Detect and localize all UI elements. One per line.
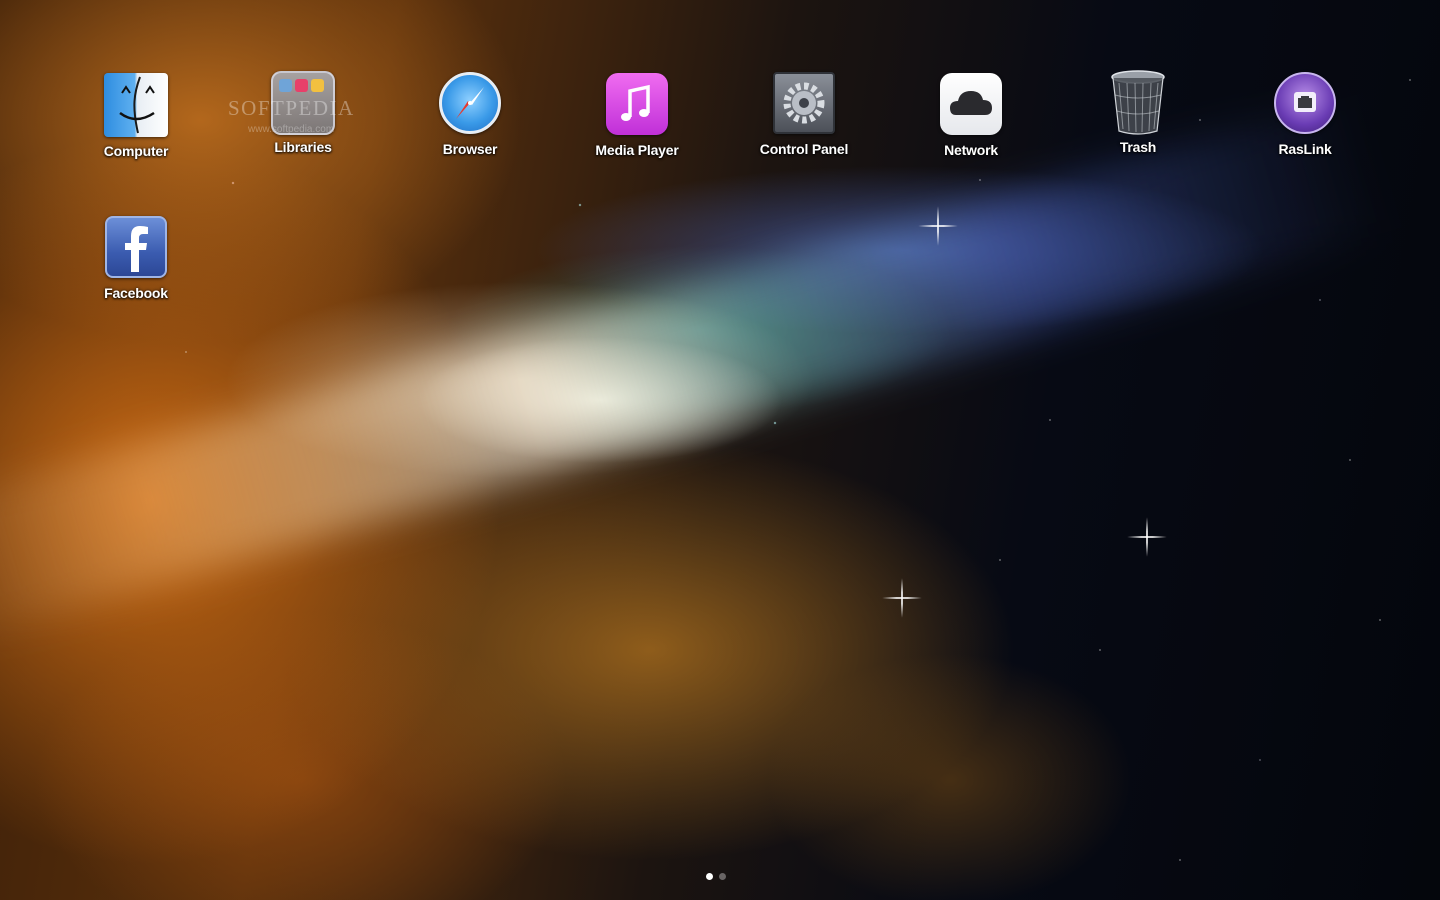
cloud-icon	[939, 72, 1003, 136]
desktop-icon-control-panel[interactable]: Control Panel	[744, 71, 864, 157]
desktop-icon-facebook[interactable]: Facebook	[76, 215, 196, 301]
icon-label: Libraries	[274, 139, 332, 155]
facebook-icon	[104, 215, 168, 279]
page-dot-2[interactable]	[719, 873, 726, 880]
icon-label: Browser	[442, 141, 498, 157]
desktop-icon-browser[interactable]: Browser	[410, 71, 530, 157]
desktop-icon-libraries[interactable]: Libraries	[243, 69, 363, 155]
desktop-icon-computer[interactable]: Computer	[76, 73, 196, 159]
gear-icon	[772, 71, 836, 135]
desktop-icon-media-player[interactable]: Media Player	[577, 72, 697, 158]
icon-label: Facebook	[104, 285, 168, 301]
nebula-band	[0, 95, 1391, 645]
desktop[interactable]: Computer Libraries Browser Media Player …	[0, 0, 1440, 900]
star-sparkle	[918, 206, 958, 246]
ethernet-port-icon	[1273, 71, 1337, 135]
page-indicator	[706, 873, 726, 880]
icon-label: Trash	[1119, 139, 1157, 155]
finder-icon	[104, 73, 168, 137]
icon-label: Control Panel	[759, 141, 849, 157]
page-dot-1[interactable]	[706, 873, 713, 880]
libraries-folder-icon	[271, 69, 335, 137]
desktop-icon-network[interactable]: Network	[911, 72, 1031, 158]
starfield	[0, 0, 1440, 900]
icon-label: Computer	[103, 143, 169, 159]
trash-can-icon	[1106, 69, 1170, 137]
icon-label: Media Player	[595, 142, 679, 158]
desktop-icon-raslink[interactable]: RasLink	[1245, 71, 1365, 157]
music-note-icon	[605, 72, 669, 136]
icon-label: RasLink	[1278, 141, 1332, 157]
icon-label: Network	[944, 142, 998, 158]
star-sparkle	[882, 578, 922, 618]
safari-compass-icon	[438, 71, 502, 135]
star-sparkle	[1127, 517, 1167, 557]
desktop-icon-trash[interactable]: Trash	[1078, 69, 1198, 155]
